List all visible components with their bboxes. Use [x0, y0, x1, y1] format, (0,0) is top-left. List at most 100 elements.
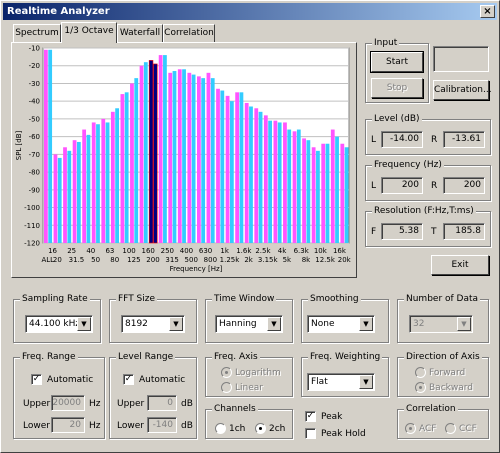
- level-l-value: -14.00: [381, 131, 423, 148]
- octave-bar-chart: -10 -20 -30 -40 -50 -60 -70 -80 -90 -100 -110 -120 1…: [15, 45, 352, 274]
- tab-spectrum[interactable]: Spectrum: [13, 24, 61, 42]
- x-tick-label: 8k: [302, 256, 311, 264]
- x-tick-label: 25: [67, 247, 76, 255]
- freq-range-automatic-label: Automatic: [47, 375, 94, 385]
- x-tick-label: 1k: [220, 247, 229, 255]
- x-tick-label: 100: [122, 247, 135, 255]
- y-tick-label: -120: [24, 240, 40, 248]
- level-range-upper-input[interactable]: 0: [147, 395, 177, 411]
- freq-weighting-value: Flat: [311, 377, 328, 387]
- bar-l-16k: [330, 129, 335, 243]
- time-window-label: Time Window: [212, 293, 277, 305]
- y-tick-label: -30: [29, 80, 40, 88]
- x-tick-label: 40: [86, 247, 95, 255]
- freq-range-automatic-checkbox[interactable]: ✓: [31, 374, 42, 385]
- start-button[interactable]: Start: [370, 51, 424, 73]
- x-tick-label: 50: [91, 256, 100, 264]
- bar-r-40: [86, 134, 91, 243]
- chevron-down-icon[interactable]: ▼: [359, 375, 373, 389]
- calibration-button[interactable]: Calibration...: [433, 80, 492, 100]
- correlation-ccf-radio[interactable]: [445, 423, 456, 434]
- channels-1ch-radio[interactable]: [215, 423, 226, 434]
- title-bar[interactable]: Realtime Analyzer ×: [3, 3, 497, 20]
- freq-weighting-select[interactable]: Flat ▼: [307, 373, 375, 391]
- stop-button[interactable]: Stop: [371, 78, 423, 98]
- x-tick-label: 125: [127, 256, 140, 264]
- y-axis-label: SPL [dB]: [15, 130, 23, 160]
- level-range-automatic-checkbox[interactable]: ✓: [123, 374, 134, 385]
- bar-r-1k: [220, 90, 225, 243]
- number-of-data-select[interactable]: 32 ▼: [409, 315, 473, 333]
- bar-r-5k: [287, 129, 292, 243]
- chevron-down-icon[interactable]: ▼: [267, 317, 281, 331]
- direction-backward-radio[interactable]: [415, 382, 426, 393]
- y-tick-label: -20: [29, 62, 40, 70]
- bar-l-2k: [244, 102, 249, 243]
- y-tick-label: -70: [29, 151, 40, 159]
- direction-backward-label: Backward: [429, 383, 473, 393]
- x-tick-label: 5k: [283, 256, 292, 264]
- frequency-r-label: R: [431, 181, 438, 191]
- x-tick-label: 160: [142, 247, 155, 255]
- chevron-down-icon[interactable]: ▼: [169, 317, 183, 331]
- tab-correlation[interactable]: Correlation: [163, 24, 215, 42]
- freq-axis-logarithm-radio[interactable]: [221, 367, 232, 378]
- peak-hold-checkbox[interactable]: [305, 428, 316, 439]
- bar-r-100: [124, 92, 129, 243]
- chevron-down-icon[interactable]: ▼: [457, 317, 471, 331]
- chevron-down-icon[interactable]: ▼: [77, 317, 91, 331]
- x-tick-label: 31.5: [69, 256, 85, 264]
- peak-checkbox[interactable]: ✓: [305, 411, 316, 422]
- exit-button[interactable]: Exit: [431, 255, 489, 275]
- tab-waterfall[interactable]: Waterfall: [117, 24, 163, 42]
- bar-r-80: [115, 108, 119, 243]
- bar-r-3.15k: [268, 120, 272, 243]
- bar-l-80: [110, 111, 115, 244]
- bar-l-1.6k: [235, 92, 240, 243]
- bar-r-31.5: [76, 141, 81, 243]
- chevron-down-icon[interactable]: ▼: [359, 317, 373, 331]
- freq-axis-linear-radio[interactable]: [221, 382, 232, 393]
- channels-2ch-radio[interactable]: [255, 423, 266, 434]
- sampling-rate-select[interactable]: 44.100 kHz ▼: [25, 315, 93, 333]
- bar-l-125: [130, 83, 134, 243]
- smoothing-label: Smoothing: [308, 293, 361, 305]
- bar-l-250: [158, 55, 163, 243]
- level-range-lower-input[interactable]: -140: [147, 417, 177, 433]
- level-r-label: R: [431, 135, 438, 145]
- fft-size-label: FFT Size: [116, 293, 158, 305]
- x-tick-label: 6.3k: [294, 247, 310, 255]
- freq-range-lower-input[interactable]: 20: [51, 417, 85, 433]
- level-range-label: Level Range: [116, 351, 176, 363]
- fft-size-select[interactable]: 8192 ▼: [121, 315, 185, 333]
- y-tick-label: -10: [29, 45, 40, 53]
- tab-1-3-octave[interactable]: 1/3 Octave: [61, 22, 117, 43]
- bar-l-1k: [216, 88, 220, 243]
- bar-l-5k: [283, 122, 287, 243]
- correlation-label: Correlation: [404, 403, 458, 415]
- correlation-acf-radio[interactable]: [405, 423, 416, 434]
- bar-r-ALL: [48, 49, 53, 243]
- x-tick-label: 250: [161, 247, 174, 255]
- level-l-label: L: [371, 135, 377, 145]
- level-label: Level (dB): [372, 113, 422, 125]
- frequency-l-value: 200: [381, 177, 423, 194]
- x-tick-label: 20k: [338, 256, 352, 264]
- freq-range-upper-input[interactable]: 20000: [51, 395, 85, 411]
- time-window-select[interactable]: Hanning ▼: [215, 315, 283, 333]
- x-tick-label: 80: [110, 256, 119, 264]
- close-button[interactable]: ×: [480, 5, 495, 18]
- bar-r-500: [191, 74, 196, 243]
- bar-r-50: [96, 124, 100, 243]
- x-tick-label: 315: [165, 256, 178, 264]
- x-tick-label: 800: [204, 256, 217, 264]
- level-r-value: -13.61: [443, 131, 485, 148]
- x-tick-label: 2.5k: [255, 247, 271, 255]
- peak-label: Peak: [321, 412, 343, 422]
- bar-r-160: [143, 62, 148, 243]
- smoothing-select[interactable]: None ▼: [307, 315, 375, 333]
- x-tick-label: 20: [53, 256, 62, 264]
- direction-forward-radio[interactable]: [415, 367, 426, 378]
- direction-of-axis-label: Direction of Axis: [404, 351, 482, 363]
- input-group-label: Input: [372, 37, 400, 49]
